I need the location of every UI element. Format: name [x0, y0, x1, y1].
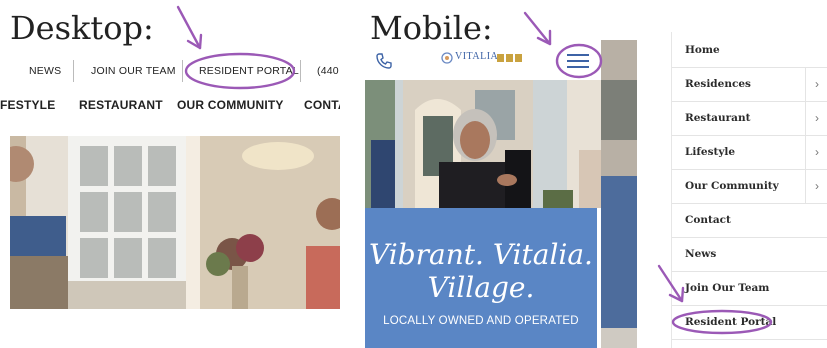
- menu-item-label: News: [685, 248, 717, 260]
- main-nav-restaurant[interactable]: RESTAURANT: [79, 96, 163, 114]
- mobile-header: VITALIA: [365, 42, 601, 78]
- nav-divider: [182, 60, 183, 82]
- nav-news-link[interactable]: NEWS: [29, 60, 61, 82]
- nav-join-our-team-link[interactable]: JOIN OUR TEAM: [91, 60, 176, 82]
- mobile-menu-overlay-edge: [601, 40, 637, 348]
- logo-badges-icon: [497, 54, 522, 62]
- main-nav-our-community[interactable]: OUR COMMUNITY: [177, 96, 284, 114]
- hamburger-menu-icon[interactable]: [565, 51, 591, 71]
- menu-item-restaurant[interactable]: Restaurant ›: [672, 101, 827, 136]
- arrow-annotation: [523, 11, 552, 46]
- menu-item-lifestyle[interactable]: Lifestyle ›: [672, 135, 827, 170]
- mobile-nav-menu: Home Residences › Restaurant › Lifestyle › Our …: [671, 32, 827, 348]
- logo-flower-icon: [441, 52, 453, 64]
- arrow-annotation: [176, 5, 202, 50]
- mobile-hero-banner: Vibrant. Vitalia. Village. LOCALLY OWNED…: [365, 208, 597, 348]
- hero-tagline-line2: Village.: [427, 271, 535, 304]
- hero-tagline-line1: Vibrant. Vitalia.: [369, 238, 593, 271]
- menu-item-home[interactable]: Home: [672, 33, 827, 68]
- nav-resident-portal-link[interactable]: RESIDENT PORTAL: [199, 60, 299, 82]
- logo-text: VITALIA: [455, 51, 499, 62]
- hero-subtitle: LOCALLY OWNED AND OPERATED: [383, 315, 579, 327]
- mobile-hero-photo: [365, 80, 601, 208]
- menu-item-join-our-team[interactable]: Join Our Team: [672, 271, 827, 306]
- mobile-title: Mobile:: [370, 9, 493, 47]
- main-nav-contact[interactable]: CONTA: [304, 96, 340, 114]
- menu-item-contact[interactable]: Contact: [672, 203, 827, 238]
- menu-item-label: Lifestyle: [685, 146, 736, 158]
- phone-icon[interactable]: [375, 52, 393, 70]
- menu-item-residences[interactable]: Residences ›: [672, 67, 827, 102]
- main-nav-lifestyle[interactable]: FESTYLE: [0, 96, 55, 114]
- chevron-right-icon[interactable]: ›: [805, 101, 827, 135]
- desktop-top-nav: NEWS JOIN OUR TEAM RESIDENT PORTAL (440: [0, 60, 340, 82]
- menu-item-label: Resident Portal: [685, 316, 777, 328]
- menu-item-our-community[interactable]: Our Community ›: [672, 169, 827, 204]
- chevron-right-icon[interactable]: ›: [805, 169, 827, 203]
- menu-item-news[interactable]: News: [672, 237, 827, 272]
- menu-item-label: Contact: [685, 214, 731, 226]
- desktop-title: Desktop:: [10, 9, 154, 47]
- desktop-main-nav: FESTYLE RESTAURANT OUR COMMUNITY CONTA: [0, 96, 340, 114]
- menu-item-label: Residences: [685, 78, 751, 90]
- menu-item-resident-portal[interactable]: Resident Portal: [672, 305, 827, 340]
- menu-item-label: Join Our Team: [685, 282, 770, 294]
- nav-phone-link[interactable]: (440: [317, 60, 339, 82]
- menu-item-label: Home: [685, 44, 720, 56]
- chevron-right-icon[interactable]: ›: [805, 67, 827, 101]
- nav-divider: [73, 60, 74, 82]
- chevron-right-icon[interactable]: ›: [805, 135, 827, 169]
- desktop-hero-photo: [10, 136, 340, 309]
- menu-item-label: Restaurant: [685, 112, 751, 124]
- nav-divider: [300, 60, 301, 82]
- menu-item-label: Our Community: [685, 180, 779, 192]
- vitalia-logo[interactable]: VITALIA: [441, 50, 527, 68]
